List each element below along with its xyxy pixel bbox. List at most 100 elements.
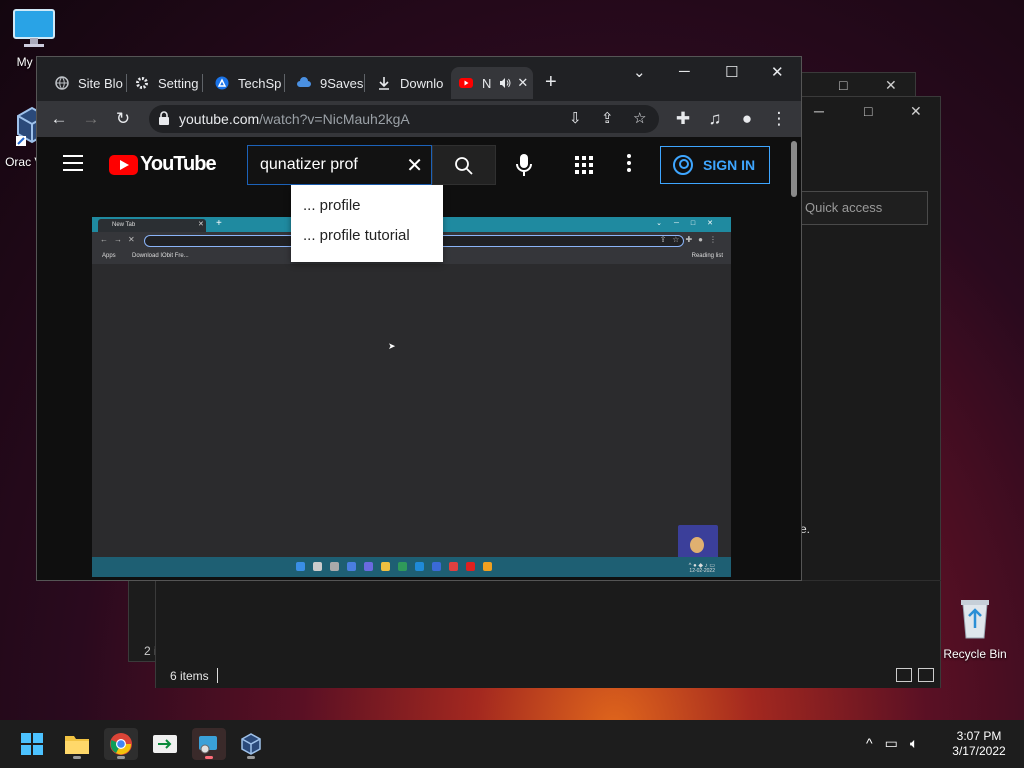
taskbar-snipping-tool[interactable] — [192, 728, 226, 760]
chrome-window[interactable]: Site Blo Setting TechSp 9Saves Downlo N … — [36, 56, 802, 581]
tab-label: Setting — [158, 75, 199, 91]
back-arrow-icon[interactable]: ← — [47, 107, 71, 131]
chrome-icon — [110, 733, 132, 755]
volume-icon[interactable]: 🔈︎ — [910, 735, 918, 752]
lock-icon — [159, 111, 169, 125]
chrome-toolbar: ← → ↻ youtube.com/watch?v=NicMauh2kgA ⇩ … — [37, 101, 801, 137]
video-bookmark-apps: Apps — [102, 253, 116, 259]
tab-techspot[interactable]: TechSp — [201, 67, 285, 99]
minimize-icon[interactable]: ─ — [679, 63, 690, 80]
tab-label: Site Blo — [78, 75, 123, 91]
terminal-icon — [153, 735, 177, 753]
clock-time: 3:07 PM — [956, 729, 1002, 743]
video-player[interactable]: New Tab ✕ + ⌄─□✕ ←→✕ ⇪☆✚●⋮ Apps Download… — [92, 217, 731, 577]
tab-site-blocker[interactable]: Site Blo — [41, 67, 127, 99]
microphone-icon[interactable] — [512, 152, 536, 178]
sign-in-button[interactable]: SIGN IN — [660, 146, 770, 184]
chevron-up-icon[interactable]: ^ — [866, 735, 873, 752]
tab-youtube-active[interactable]: N ✕ — [451, 67, 533, 99]
tab-strip: Site Blo Setting TechSp 9Saves Downlo N … — [37, 57, 801, 101]
video-nav-icons: ←→✕ — [100, 235, 141, 244]
profile-avatar-icon[interactable]: ● — [735, 107, 759, 131]
search-button[interactable] — [432, 145, 496, 185]
monitor-icon — [13, 9, 55, 47]
system-tray: ^ ▭ 🔈︎ — [866, 735, 918, 752]
tab-label: N — [482, 75, 492, 91]
maximize-icon[interactable]: ☐ — [725, 63, 738, 81]
gear-icon — [136, 77, 148, 89]
more-options-icon[interactable] — [627, 154, 633, 175]
taskbar-file-explorer[interactable] — [60, 728, 94, 760]
extensions-puzzle-icon[interactable]: ✚ — [671, 107, 695, 131]
video-close-icon: ✕ — [198, 221, 204, 228]
video-date: 12-02-2022 — [689, 568, 715, 574]
sign-in-label: SIGN IN — [703, 157, 756, 173]
file-explorer-icon — [65, 736, 89, 754]
minimize-icon[interactable]: ─ — [814, 103, 824, 119]
tab-label: TechSp — [238, 75, 282, 91]
url-path: /watch?v=NicMauh2kgA — [259, 111, 410, 127]
scrollbar-thumb[interactable] — [791, 141, 797, 197]
close-icon[interactable]: ✕ — [885, 77, 897, 94]
search-input[interactable]: qunatizer prof ✕ — [247, 145, 432, 185]
maximize-icon[interactable]: □ — [839, 77, 847, 93]
video-bookmark-iobit: Download IObit Fre... — [132, 253, 189, 259]
clear-search-icon[interactable]: ✕ — [406, 153, 423, 178]
new-tab-button[interactable]: + — [545, 71, 557, 94]
youtube-play-icon — [109, 154, 138, 175]
suggestion-item[interactable]: ... profile tutorial — [291, 221, 443, 251]
tab-settings[interactable]: Setting — [121, 67, 203, 99]
forward-arrow-icon[interactable]: → — [79, 107, 103, 131]
taskbar-virtualbox[interactable] — [234, 728, 268, 760]
address-bar[interactable]: youtube.com/watch?v=NicMauh2kgA ⇩ ⇪ ☆ — [149, 105, 659, 133]
maximize-icon[interactable]: □ — [864, 103, 872, 119]
close-window-icon[interactable]: ✕ — [771, 63, 784, 81]
details-view-icon[interactable] — [896, 668, 912, 682]
cloud-icon — [297, 77, 311, 87]
tab-downloads[interactable]: Downlo — [363, 67, 447, 99]
windows-taskbar: ^ ▭ 🔈︎ 3:07 PM 3/17/2022 — [0, 720, 1024, 768]
tab-search-chevron-icon[interactable]: ⌄ — [633, 63, 646, 81]
close-icon[interactable]: ✕ — [910, 103, 922, 120]
desktop-icon-recycle-bin[interactable]: Recycle Bin — [942, 596, 1008, 661]
large-icons-view-icon[interactable] — [918, 668, 934, 682]
taskbar-chrome[interactable] — [104, 728, 138, 760]
share-icon[interactable]: ⇪ — [601, 109, 614, 127]
globe-icon — [55, 76, 69, 90]
snip-icon — [199, 736, 217, 754]
desktop-icon-label: Recycle Bin — [943, 647, 1007, 661]
start-button[interactable] — [15, 728, 49, 760]
close-tab-icon[interactable]: ✕ — [517, 75, 528, 91]
taskbar-terminal[interactable] — [148, 728, 182, 760]
search-input-value: qunatizer prof — [260, 156, 358, 173]
system-clock[interactable]: 3:07 PM 3/17/2022 — [944, 729, 1014, 759]
start-icon — [21, 733, 43, 755]
url-host: youtube.com — [179, 111, 260, 127]
account-circle-icon — [673, 155, 693, 175]
chrome-menu-icon[interactable]: ⋮ — [767, 107, 791, 131]
audio-playing-icon[interactable] — [499, 77, 511, 89]
bookmark-star-icon[interactable]: ☆ — [633, 109, 646, 127]
download-icon — [379, 77, 389, 90]
item-count: 6 items — [170, 669, 209, 683]
video-taskbar-icons — [296, 562, 492, 571]
explorer-status-bar: 6 items — [156, 664, 940, 688]
install-app-icon[interactable]: ⇩ — [569, 109, 582, 127]
youtube-wordmark: YouTube — [140, 153, 217, 175]
tab-label: 9Saves — [320, 75, 364, 91]
suggestion-item[interactable]: ... profile — [291, 191, 443, 221]
network-icon[interactable]: ▭ — [885, 735, 898, 752]
recycle-bin-icon — [961, 600, 989, 639]
tab-9saves[interactable]: 9Saves — [283, 67, 365, 99]
search-icon — [455, 157, 473, 175]
media-queue-icon[interactable]: ♫ — [703, 107, 727, 131]
reload-icon[interactable]: ↻ — [111, 107, 135, 131]
hamburger-menu-icon[interactable] — [63, 155, 83, 171]
mouse-cursor-icon: ➤ — [388, 341, 396, 351]
youtube-logo[interactable]: YouTube — [109, 153, 217, 176]
clock-date: 3/17/2022 — [952, 744, 1006, 758]
search-suggestions-dropdown: ... profile ... profile tutorial — [291, 185, 443, 262]
video-browser-tab: New Tab — [98, 219, 206, 232]
quick-access-search[interactable]: Quick access — [800, 191, 928, 225]
apps-grid-icon[interactable] — [575, 156, 593, 174]
